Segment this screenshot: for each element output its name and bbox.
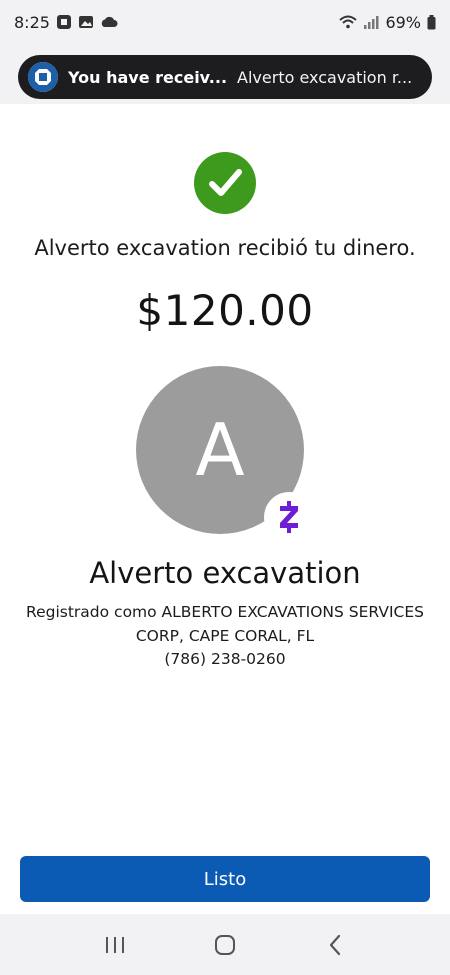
recents-icon[interactable] [95,925,135,965]
payment-amount: $120.00 [136,286,314,335]
notification-banner[interactable]: You have receiv... Alverto excavation r.… [18,55,432,99]
avatar-initial: A [195,408,245,492]
recipient-phone: (786) 238-0260 [164,650,286,668]
gallery-icon [78,14,94,30]
status-right: 69% [339,13,436,32]
back-icon[interactable] [315,925,355,965]
recipient-registered-as: Registrado como ALBERTO EXCAVATIONS SERV… [26,603,424,645]
zelle-logo-icon [264,492,314,542]
cloud-icon [100,15,118,29]
status-time: 8:25 [14,12,50,32]
success-check-icon [194,152,256,214]
done-button[interactable]: Listo [20,856,430,902]
status-left: 8:25 [14,13,118,32]
battery-icon [427,14,436,30]
chase-logo-icon [28,62,58,92]
notification-body: Alverto excavation r... [237,67,413,87]
status-bar: 8:25 69% [0,0,450,44]
confirmation-screen: Alverto excavation recibió tu dinero. $1… [0,104,450,914]
confirmation-message: Alverto excavation recibió tu dinero. [34,236,416,260]
recipient-name: Alverto excavation [89,556,361,590]
signal-icon [363,15,379,29]
notification-title: You have receiv... [68,67,228,87]
battery-percent: 69% [385,12,421,32]
chase-icon [56,14,72,30]
wifi-icon [339,15,358,29]
home-icon[interactable] [205,925,245,965]
system-nav-bar [0,914,450,975]
